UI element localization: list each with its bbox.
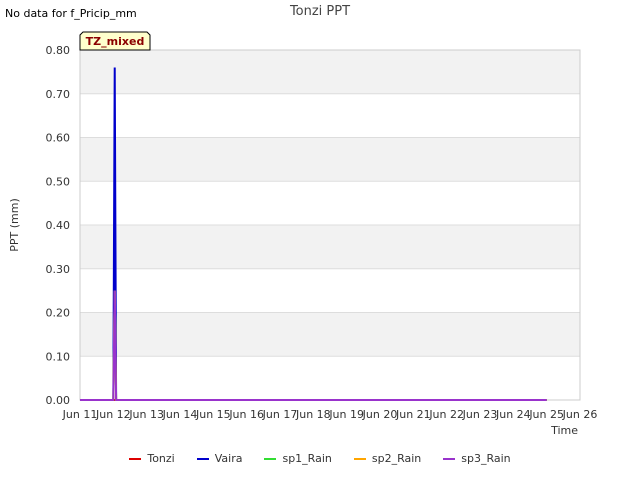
legend-item-sp2-rain[interactable]: sp2_Rain [350,452,425,465]
chart-canvas: 0.00 0.10 0.20 0.30 0.40 0.50 0.60 0.70 0.80 Jun … [8,31,598,437]
x-tick-label: Jun 14 [162,408,198,421]
plot-band [80,181,580,225]
chart-legend: Tonzi Vaira sp1_Rain sp2_Rain sp3_Rain [0,452,640,465]
legend-item-sp1-rain[interactable]: sp1_Rain [260,452,335,465]
legend-item-tonzi[interactable]: Tonzi [125,452,178,465]
x-tick-label: Jun 17 [262,408,298,421]
legend-item-vaira[interactable]: Vaira [193,452,247,465]
legend-label: Vaira [214,452,243,465]
legend-swatch [353,457,366,460]
x-tick-label: Jun 15 [195,408,231,421]
site-badge: TZ_mixed [85,35,145,48]
legend-label: Tonzi [147,452,175,465]
y-tick-label: 0.80 [46,44,71,57]
y-tick-label: 0.30 [46,263,71,276]
plot-band [80,50,580,94]
x-tick-label: Jun 20 [362,408,398,421]
y-axis-label: PPT (mm) [8,198,21,252]
x-tick-label: Jun 13 [128,408,164,421]
x-axis-label: Time [550,424,578,437]
x-tick-label: Jun 12 [95,408,131,421]
x-tick-label: Jun 25 [528,408,564,421]
legend-swatch [443,457,456,460]
legend-swatch [264,457,277,460]
y-tick-label: 0.00 [46,394,71,407]
plot-band [80,356,580,400]
x-tick-label: Jun 22 [428,408,464,421]
y-tick-label: 0.50 [46,175,71,188]
plot-band [80,137,580,182]
x-tick-label: Jun 18 [295,408,331,421]
x-tick-label: Jun 26 [562,408,598,421]
legend-swatch [196,457,209,460]
plot-band [80,312,580,357]
x-tick-label: Jun 16 [228,408,264,421]
plot-band [80,93,580,138]
y-tick-label: 0.60 [46,132,71,145]
legend-swatch [129,457,142,460]
y-tick-label: 0.10 [46,350,71,363]
y-tick-label: 0.40 [46,219,71,232]
x-tick-label: Jun 21 [395,408,431,421]
legend-label: sp3_Rain [461,452,511,465]
x-tick-label: Jun 23 [462,408,498,421]
legend-label: sp2_Rain [371,452,422,465]
x-tick-label: Jun 24 [495,408,531,421]
x-tick-label: Jun 19 [328,408,364,421]
y-tick-label: 0.70 [46,88,71,101]
legend-item-sp3-rain[interactable]: sp3_Rain [439,452,514,465]
legend-label: sp1_Rain [282,452,332,465]
plot-band [80,225,580,269]
x-tick-label: Jun 11 [62,408,98,421]
plot-band [80,268,580,313]
y-tick-label: 0.20 [46,307,71,320]
